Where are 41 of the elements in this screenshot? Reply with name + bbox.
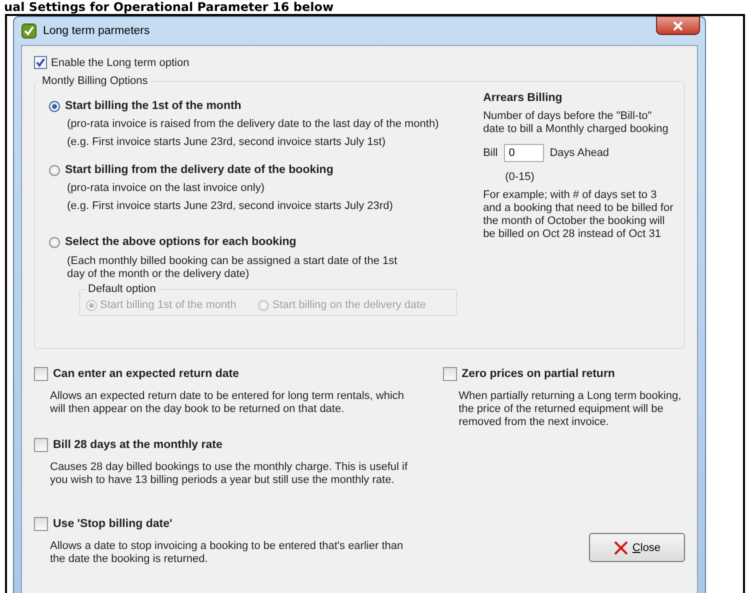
setting-label: Zero prices on partial return bbox=[462, 368, 615, 380]
checkbox[interactable] bbox=[34, 367, 48, 381]
close-icon[interactable] bbox=[656, 16, 700, 35]
radio-label: Start billing 1st of the month bbox=[100, 299, 236, 311]
setting-description: When partially returning a Long term booking, the price of the returned equipment will be removed from the next invoice. bbox=[458, 390, 682, 429]
option-label: Start billing from the delivery date of the booking bbox=[65, 164, 334, 176]
setting-label: Can enter an expected return date bbox=[53, 368, 239, 380]
option-label: Select the above options for each booking bbox=[65, 236, 296, 248]
radio-label: Start billing on the delivery date bbox=[272, 299, 426, 311]
option-note: (e.g. First invoice starts June 23rd, second invoice starts July 23rd) bbox=[66, 200, 394, 212]
close-button[interactable]: Close bbox=[589, 533, 685, 562]
setting-label: Bill 28 days at the monthly rate bbox=[53, 439, 222, 451]
checkbox[interactable] bbox=[442, 367, 457, 381]
page-heading: ual Settings for Operational Parameter 16 below bbox=[3, 0, 335, 14]
setting-description: Causes 28 day billed bookings to use the monthly charge. This is useful if you wish to have 13 billing periods a year but still use the monthly rate. bbox=[49, 461, 408, 487]
option-note: (Each monthly billed booking can be assigned a start date of the 1st day of the month or the delivery date) bbox=[66, 255, 398, 281]
group-title: Montly Billing Options bbox=[39, 75, 151, 87]
section-title: Arrears Billing bbox=[483, 92, 564, 104]
close-icon bbox=[613, 540, 630, 556]
description-text: Number of days before the "Bill-to" date to bill a Monthly charged booking bbox=[483, 110, 670, 136]
option-label: Start billing the 1st of the month bbox=[65, 100, 242, 112]
checkbox[interactable] bbox=[34, 517, 48, 531]
days-field[interactable]: 0 bbox=[504, 144, 544, 162]
setting-label: Use 'Stop billing date' bbox=[53, 518, 172, 530]
example-text: For example; with # of days set to 3 and a booking that need to be billed for the month of October the booking will be billed on Oct 28 instead of Oct 31 bbox=[483, 189, 674, 241]
radio-button[interactable] bbox=[49, 164, 60, 176]
setting-description: Allows an expected return date to be entered for long term rentals, which will then appear on the day book to be returned on that date. bbox=[49, 390, 406, 416]
window-title: Long term parmeters bbox=[43, 25, 150, 37]
field-label: Bill bbox=[483, 147, 498, 159]
field-suffix: Days Ahead bbox=[550, 147, 610, 159]
option-note: (pro-rata invoice is raised from the delivery date to the last day of the month) bbox=[66, 118, 440, 130]
option-note: (e.g. First invoice starts June 23rd, second invoice starts July 1st) bbox=[66, 136, 387, 148]
radio-button[interactable] bbox=[49, 100, 60, 112]
group-title: Default option bbox=[86, 283, 158, 295]
checkbox-label: Enable the Long term option bbox=[51, 56, 190, 68]
setting-description: Allows a date to stop invoicing a booking to be entered that's earlier than the date the booking is returned. bbox=[49, 540, 404, 566]
checkbox[interactable] bbox=[34, 438, 48, 452]
checkbox[interactable] bbox=[34, 56, 47, 69]
radio-button[interactable] bbox=[49, 236, 60, 248]
range-hint: (0-15) bbox=[505, 171, 536, 183]
option-note: (pro-rata invoice on the last invoice only) bbox=[66, 182, 266, 194]
